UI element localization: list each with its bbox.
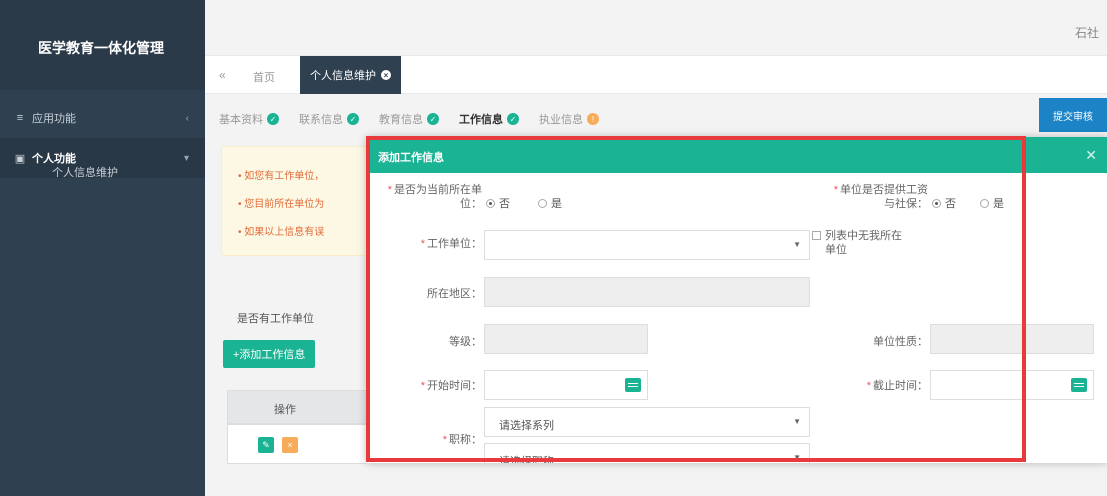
check-icon: ✓ [267,113,279,125]
step-practice[interactable]: 执业信息! [539,111,599,127]
warning-icon: ! [587,113,599,125]
grid-icon: ▣ [14,152,26,165]
region-field [484,277,810,307]
check-icon: ✓ [427,113,439,125]
step-nav: 基本资料 ✓ 联系信息 ✓ 教育信息 ✓ 工作信息 ✓ 执业信息! [219,104,599,134]
end-time-label: * 截止时间： [866,380,928,392]
delete-icon[interactable]: × [282,437,298,453]
social-insurance-label: * 单位是否提供工资 与社保： [833,184,928,210]
work-unit-select[interactable]: ▼ [484,230,810,260]
sidebar-subitem-profile[interactable]: 个人信息维护 [52,164,118,180]
edit-icon[interactable]: ✎ [258,437,274,453]
title-label: * 职称： [442,434,482,446]
step-work[interactable]: 工作信息 ✓ [459,111,519,127]
sidebar-item-apps[interactable]: ≡ 应用功能 ‹ [0,98,205,138]
notice-line: 如您有工作单位， [238,167,324,182]
current-unit-no-radio[interactable]: 否 [486,195,510,211]
calendar-icon[interactable] [625,378,641,392]
start-time-input[interactable] [484,370,648,400]
submit-review-button[interactable]: 提交审核 [1039,98,1107,132]
unit-nature-field [930,324,1094,354]
chevron-down-icon: ▾ [183,152,189,164]
user-name[interactable]: 石社 [1075,24,1099,41]
work-unit-label: * 工作单位： [420,238,482,250]
start-time-label: * 开始时间： [420,380,482,392]
caret-down-icon: ▼ [793,453,801,462]
radio-selected-icon [932,198,941,208]
title-series-select[interactable]: 请选择系列 ▼ [484,407,810,437]
not-in-list-checkbox[interactable]: 列表中无我所在 单位 [812,229,902,257]
caret-down-icon: ▼ [793,417,801,426]
table-row: ✎ × [227,424,367,464]
grade-field [484,324,648,354]
chevron-left-icon: ‹ [185,112,189,124]
close-icon[interactable]: ✕ [1085,147,1097,164]
add-work-info-dialog: 添加工作信息 ✕ * 是否为当前所在单 位： 否 是 * 单位是否提供工资 与社保：… [366,137,1107,463]
radio-icon [980,198,989,208]
sidebar: 医学教育一体化管理 ≡ 应用功能 ‹ ▣ 个人功能 ▾ 个人信息维护 [0,0,205,496]
unit-nature-label: 单位性质： [873,336,928,348]
table-header: 操作 [227,390,367,424]
title-select[interactable]: 请选择职称 ▼ [484,443,810,463]
tab-home[interactable]: 首页 [253,69,275,85]
current-unit-yes-radio[interactable]: 是 [538,195,562,211]
step-contact[interactable]: 联系信息 ✓ [299,111,359,127]
check-icon: ✓ [347,113,359,125]
double-chevron-left-icon[interactable]: « [219,68,226,82]
social-insurance-yes-radio[interactable]: 是 [980,195,1004,211]
tab-profile[interactable]: 个人信息维护 × [300,56,401,94]
current-unit-label: * 是否为当前所在单 位： [387,184,482,210]
step-basic[interactable]: 基本资料 ✓ [219,111,279,127]
section-title: 是否有工作单位 [237,313,314,325]
social-insurance-no-radio[interactable]: 否 [932,195,956,211]
app-title: 医学教育一体化管理 [0,0,205,90]
checkbox-icon [812,231,821,240]
calendar-icon[interactable] [1071,378,1087,392]
notice-line: 如果以上信息有误 [238,223,324,238]
list-icon: ≡ [16,112,24,124]
close-icon[interactable]: × [381,70,391,80]
column-header-actions: 操作 [274,404,296,416]
dialog-title: 添加工作信息 [366,137,1107,173]
notice-line: 您目前所在单位为 [238,195,324,210]
end-time-input[interactable] [930,370,1094,400]
grade-label: 等级： [449,336,482,348]
tab-label: 个人信息维护 [310,70,376,82]
top-header: 石社 [205,0,1107,56]
tab-bar: « 首页 个人信息维护 × [205,56,1107,94]
region-label: 所在地区： [427,288,482,300]
check-icon: ✓ [507,113,519,125]
caret-down-icon: ▼ [793,240,801,249]
add-work-info-button[interactable]: +添加工作信息 [223,340,316,368]
step-education[interactable]: 教育信息 ✓ [379,111,439,127]
sidebar-item-label: 应用功能 [32,113,76,125]
radio-selected-icon [486,198,495,208]
radio-icon [538,198,547,208]
